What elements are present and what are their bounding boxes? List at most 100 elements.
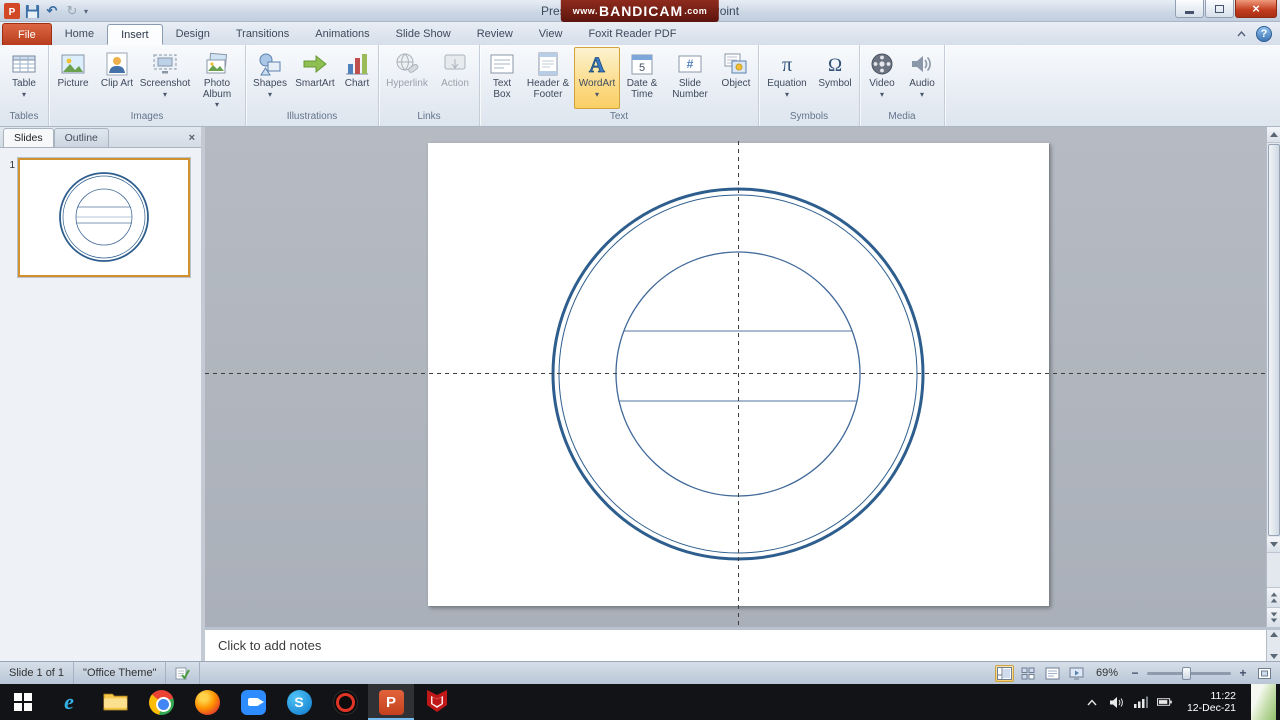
screenshot-button[interactable]: Screenshot ▾ [139,47,191,109]
minimize-ribbon-icon[interactable] [1233,26,1250,42]
zoom-level[interactable]: 69% [1091,667,1123,679]
object-button[interactable]: Object [716,47,756,109]
notes-scroll-up-icon[interactable] [1269,632,1278,637]
close-pane-icon[interactable]: × [189,132,195,144]
text-box-icon [489,51,515,79]
scroll-up-icon[interactable] [1266,127,1280,143]
start-button[interactable] [0,684,46,720]
slide-show-view-button[interactable] [1067,665,1086,682]
tab-slides[interactable]: Slides [3,128,54,147]
horizontal-guide[interactable] [205,373,1266,374]
show-desktop-wallpaper-edge[interactable] [1251,684,1276,720]
tab-slide-show[interactable]: Slide Show [383,24,464,45]
fit-to-window-button[interactable] [1255,665,1274,682]
taskbar-skype[interactable]: S [276,684,322,720]
video-button[interactable]: Video ▾ [862,47,902,109]
zoom-out-button[interactable]: − [1128,666,1142,680]
close-button[interactable]: × [1235,0,1277,18]
qat-customize-icon[interactable]: ▾ [84,7,88,16]
tab-home[interactable]: Home [52,24,107,45]
powerpoint-app-icon[interactable]: P [4,3,20,19]
text-box-button[interactable]: Text Box [482,47,522,109]
taskbar-zoom[interactable] [230,684,276,720]
tab-outline[interactable]: Outline [53,128,109,147]
audio-button[interactable]: Audio ▾ [902,47,942,109]
taskbar-clock[interactable]: 11:22 12-Dec-21 [1181,690,1242,714]
equation-button[interactable]: π Equation ▾ [761,47,813,109]
previous-slide-button[interactable] [1266,587,1280,607]
taskbar-powerpoint[interactable]: P [368,684,414,720]
zoom-in-button[interactable]: + [1236,666,1250,680]
minimize-button[interactable] [1175,0,1204,18]
slide-number-button[interactable]: # Slide Number [664,47,716,109]
action-button[interactable]: Action [433,47,477,109]
next-slide-button[interactable] [1266,607,1280,627]
network-icon[interactable] [1133,695,1148,710]
tab-foxit-reader-pdf[interactable]: Foxit Reader PDF [575,24,689,45]
slide-sorter-view-button[interactable] [1019,665,1038,682]
tab-transitions[interactable]: Transitions [223,24,302,45]
shapes-button[interactable]: Shapes ▾ [248,47,292,109]
dropdown-arrow-icon: ▾ [594,89,599,99]
tab-design[interactable]: Design [163,24,223,45]
help-icon[interactable]: ? [1256,26,1272,42]
battery-icon[interactable] [1156,695,1172,710]
symbol-button[interactable]: Ω Symbol [813,47,857,109]
taskbar-chrome[interactable] [138,684,184,720]
taskbar-firefox[interactable] [184,684,230,720]
ribbon-group-tables: Table ▾ Tables [0,45,49,126]
hidden-icons-chevron-icon[interactable] [1085,695,1100,710]
save-icon[interactable] [24,3,40,19]
header-footer-button[interactable]: Header & Footer [522,47,574,109]
undo-icon[interactable]: ↶ [44,3,60,19]
tab-insert[interactable]: Insert [107,24,163,45]
dropdown-arrow-icon: ▾ [267,89,272,99]
notes-scroll-down-icon[interactable] [1269,654,1278,659]
scroll-down-icon[interactable] [1266,537,1280,553]
date-time-button[interactable]: 5 Date & Time [620,47,664,109]
tab-file[interactable]: File [2,23,52,45]
svg-text:#: # [687,57,694,71]
notes-scrollbar[interactable] [1266,630,1280,661]
spell-check-status[interactable] [166,662,201,684]
group-label-media: Media [888,111,916,122]
wordart-button[interactable]: A WordArt ▾ [574,47,620,109]
screenshot-icon [152,51,178,79]
status-bar: Slide 1 of 1 "Office Theme" 69% − + [0,661,1280,684]
taskbar-recorder[interactable] [322,684,368,720]
picture-button[interactable]: Picture [51,47,95,109]
maximize-button[interactable] [1205,0,1234,18]
notes-pane[interactable]: Click to add notes [205,627,1280,661]
tab-animations[interactable]: Animations [302,24,382,45]
tab-view[interactable]: View [526,24,576,45]
svg-text:P: P [9,7,16,18]
group-label-links: Links [417,111,441,122]
reading-view-button[interactable] [1043,665,1062,682]
dropdown-arrow-icon: ▾ [784,89,789,99]
hyperlink-button[interactable]: Hyperlink [381,47,433,109]
symbol-icon: Ω [822,51,848,79]
photo-album-button[interactable]: Photo Album ▾ [191,47,243,109]
slide-editing-area[interactable] [205,127,1280,627]
notes-placeholder[interactable]: Click to add notes [205,638,321,653]
smartart-button[interactable]: SmartArt [292,47,338,109]
smartart-icon [302,51,328,79]
chart-button[interactable]: Chart [338,47,376,109]
zoom-slider-thumb[interactable] [1182,666,1192,680]
slide-thumbnail[interactable] [18,158,190,277]
volume-icon[interactable] [1109,695,1124,710]
vertical-guide[interactable] [738,141,739,627]
taskbar-file-explorer[interactable] [92,684,138,720]
group-label-text: Text [609,111,629,122]
scrollbar-thumb[interactable] [1267,144,1280,536]
vertical-scrollbar[interactable] [1266,127,1280,627]
zoom-slider[interactable] [1147,666,1231,680]
normal-view-button[interactable] [994,664,1014,682]
redo-icon[interactable]: ↻ [64,3,80,19]
table-button[interactable]: Table ▾ [2,47,46,109]
taskbar-internet-explorer[interactable]: e [46,684,92,720]
taskbar-mcafee[interactable] [414,684,460,720]
ribbon-group-text: Text Box Header & Footer A WordArt ▾ 5 D… [480,45,759,126]
tab-review[interactable]: Review [464,24,526,45]
clip-art-button[interactable]: Clip Art [95,47,139,109]
